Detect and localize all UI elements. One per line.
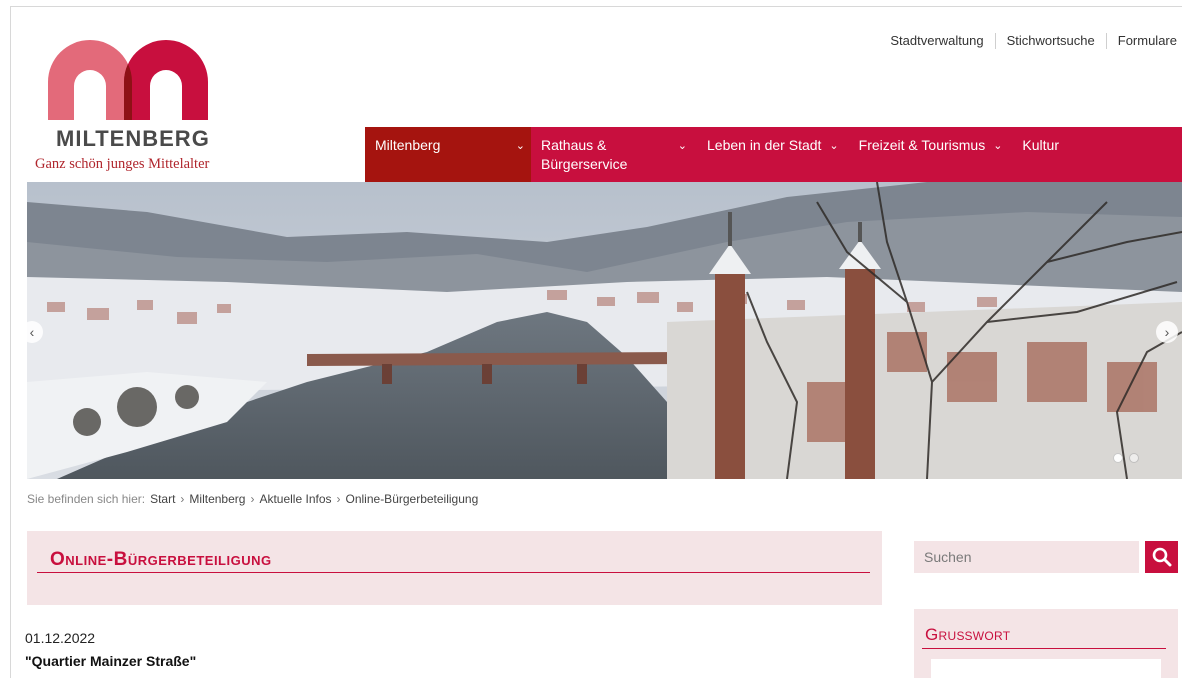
sidebar-widget-title: Grußwort [925,625,1011,644]
slider-dot-1[interactable] [1113,453,1123,463]
utility-nav: Stadtverwaltung Stichwortsuche Formulare [879,33,1177,49]
logo-tagline: Ganz schön junges Mittelalter [35,156,210,172]
chevron-down-icon: ⌄ [677,140,687,152]
nav-item-label: Freizeit & Tourismus [858,137,986,153]
slider-dot-2[interactable] [1129,453,1139,463]
breadcrumb-item-aktuelle-infos[interactable]: Aktuelle Infos [259,492,331,506]
breadcrumb-item-miltenberg[interactable]: Miltenberg [189,492,245,506]
post-title[interactable]: "Quartier Mainzer Straße" [25,653,196,669]
nav-item-label: Kultur [1022,137,1059,153]
chevron-down-icon: ⌄ [829,140,839,152]
frame-border-left [10,6,11,678]
breadcrumb-item-start[interactable]: Start [150,492,175,506]
chevron-left-icon: ‹ [29,324,35,340]
slider-next-button[interactable]: › [1156,321,1178,343]
title-underline [37,572,870,573]
chevron-down-icon: ⌄ [993,140,1003,152]
sidebar-widget-grusswort: Grußwort [914,609,1178,678]
utility-link-stadtverwaltung[interactable]: Stadtverwaltung [879,33,994,49]
breadcrumb: Sie befinden sich hier: Start › Miltenbe… [27,492,478,506]
nav-item-label: Leben in der Stadt [707,137,822,153]
page: Stadtverwaltung Stichwortsuche Formulare… [0,0,1182,678]
breadcrumb-item-current: Online-Bürgerbeteiligung [345,492,479,506]
hero-slider [27,182,1182,479]
logo-arches-icon [48,40,208,120]
nav-item-leben-in-der-stadt[interactable]: Leben in der Stadt ⌄ [697,127,849,182]
page-title: Online-Bürgerbeteiligung [50,549,272,570]
frame-border-top [10,6,1182,7]
content-header-box: Online-Bürgerbeteiligung [27,531,882,605]
nav-item-miltenberg[interactable]: Miltenberg ⌄ [365,127,531,182]
search-input[interactable] [914,541,1139,573]
nav-item-kultur[interactable]: Kultur [1012,127,1069,182]
hero-image [27,182,1182,479]
nav-item-label: Rathaus & Bürgerservice [541,137,628,172]
sidebar-widget-content [931,659,1161,678]
slider-prev-button[interactable]: ‹ [21,321,43,343]
logo-wordmark: MILTENBERG [56,126,210,151]
breadcrumb-prefix: Sie befinden sich hier: [27,492,146,506]
chevron-down-icon: ⌄ [515,140,525,152]
nav-item-rathaus[interactable]: Rathaus & Bürgerservice ⌄ [531,127,697,182]
nav-item-label: Miltenberg [375,137,441,153]
breadcrumb-separator: › [180,492,185,506]
search-button[interactable] [1145,541,1178,573]
search-icon [1152,547,1172,567]
post-date: 01.12.2022 [25,630,96,646]
main-nav: Miltenberg ⌄ Rathaus & Bürgerservice ⌄ L… [365,127,1182,182]
utility-link-stichwortsuche[interactable]: Stichwortsuche [994,33,1106,49]
sidebar-title-underline [922,648,1166,649]
utility-link-formulare[interactable]: Formulare [1105,33,1177,49]
slider-dots [1113,453,1139,463]
breadcrumb-separator: › [250,492,255,506]
nav-item-freizeit-tourismus[interactable]: Freizeit & Tourismus ⌄ [849,127,1013,182]
chevron-right-icon: › [1164,324,1170,340]
breadcrumb-separator: › [336,492,341,506]
site-logo[interactable]: MILTENBERG Ganz schön junges Mittelalter [28,30,258,180]
